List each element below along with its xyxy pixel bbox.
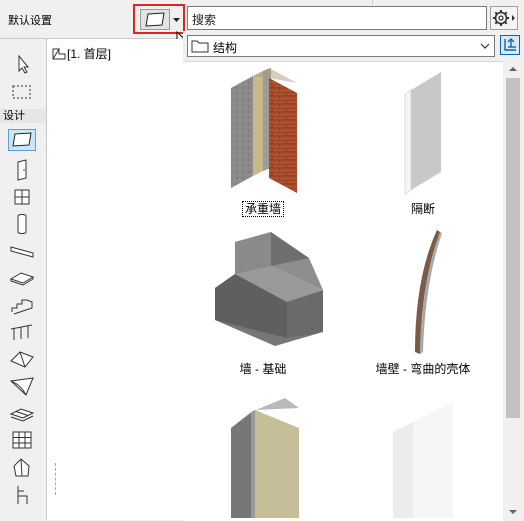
morph-tool[interactable] bbox=[8, 456, 36, 478]
scroll-down-arrow-icon[interactable] bbox=[508, 508, 518, 516]
library-item[interactable]: 墙壁 - 弯曲的壳体 bbox=[343, 212, 503, 376]
gear-icon bbox=[493, 10, 515, 26]
library-grid: 承重墙 隔断 墙 - 基础 墙壁 - 弯曲的壳体 bbox=[183, 61, 503, 521]
wall-type-button[interactable] bbox=[140, 9, 170, 30]
story-item[interactable]: [1. 首层] bbox=[51, 45, 111, 62]
beam-tool-icon bbox=[10, 246, 34, 258]
split-marker bbox=[55, 463, 57, 495]
story-label: [1. 首层] bbox=[67, 47, 112, 61]
library-item[interactable] bbox=[343, 362, 503, 518]
roof-tool-icon bbox=[10, 351, 34, 368]
search-input[interactable]: 搜索 bbox=[187, 6, 487, 30]
search-placeholder: 搜索 bbox=[192, 13, 217, 27]
column-tool-icon bbox=[17, 214, 27, 234]
object-tool[interactable] bbox=[8, 483, 36, 505]
wall-tool-icon bbox=[12, 132, 32, 147]
stair-tool[interactable] bbox=[8, 294, 36, 316]
white-wall-thumbnail bbox=[393, 402, 453, 518]
design-section-label: 设计 bbox=[0, 109, 46, 123]
shell-tool-icon bbox=[9, 377, 34, 396]
navigator-panel: [1. 首层] bbox=[47, 39, 183, 520]
wall-tool[interactable] bbox=[8, 129, 36, 151]
door-tool[interactable] bbox=[8, 159, 36, 181]
wall-type-selector[interactable] bbox=[133, 4, 185, 34]
folder-label: 结构 bbox=[213, 41, 238, 55]
chevron-down-icon bbox=[480, 43, 490, 49]
brick-wall-thumbnail bbox=[231, 68, 297, 193]
library-item[interactable] bbox=[183, 362, 343, 518]
folder-up-button[interactable] bbox=[500, 35, 520, 55]
window-tool-icon bbox=[14, 189, 30, 205]
foundation-wall-thumbnail bbox=[215, 232, 323, 346]
window-tool[interactable] bbox=[8, 186, 36, 208]
type-dropdown-arrow[interactable] bbox=[171, 9, 182, 30]
shell-tool[interactable] bbox=[8, 375, 36, 397]
railing-tool[interactable] bbox=[8, 321, 36, 343]
folder-up-icon bbox=[504, 38, 516, 51]
default-settings-label: 默认设置 bbox=[8, 15, 52, 27]
mesh-tool[interactable] bbox=[8, 402, 36, 424]
toolbox: 设计 bbox=[0, 39, 47, 520]
insulated-wall-thumbnail bbox=[231, 398, 299, 518]
railing-tool-icon bbox=[10, 324, 33, 340]
settings-button[interactable] bbox=[490, 6, 518, 30]
chevron-down-icon bbox=[173, 18, 180, 22]
marquee-tool[interactable] bbox=[8, 81, 36, 103]
story-icon bbox=[52, 46, 66, 59]
mesh-tool-icon bbox=[9, 408, 35, 422]
arrow-tool[interactable] bbox=[8, 53, 36, 75]
curtain-wall-tool[interactable] bbox=[8, 429, 36, 451]
beam-tool[interactable] bbox=[8, 240, 36, 262]
vertical-scrollbar[interactable] bbox=[503, 61, 524, 520]
morph-tool-icon bbox=[13, 458, 30, 477]
door-tool-icon bbox=[17, 159, 27, 181]
folder-icon bbox=[191, 40, 209, 53]
library-item[interactable]: 隔断 bbox=[343, 62, 503, 216]
slab-tool-icon bbox=[9, 272, 35, 286]
scroll-up-arrow-icon[interactable] bbox=[508, 65, 518, 73]
slab-tool[interactable] bbox=[8, 267, 36, 289]
library-item[interactable]: 墙 - 基础 bbox=[183, 212, 343, 376]
marquee-tool-icon bbox=[12, 85, 31, 99]
partition-thumbnail bbox=[404, 72, 441, 195]
curved-shell-wall-thumbnail bbox=[415, 230, 442, 354]
column-tool[interactable] bbox=[8, 213, 36, 235]
object-tool-icon bbox=[17, 486, 28, 504]
wall-preview-icon bbox=[145, 12, 165, 27]
folder-dropdown[interactable]: 结构 bbox=[187, 35, 495, 57]
curtain-wall-tool-icon bbox=[12, 431, 32, 449]
toolbar-separator bbox=[372, 0, 373, 5]
stair-tool-icon bbox=[11, 299, 33, 315]
scrollbar-thumb[interactable] bbox=[506, 78, 520, 418]
arrow-tool-icon bbox=[18, 54, 30, 74]
library-header: 结构 bbox=[183, 31, 524, 61]
roof-tool[interactable] bbox=[8, 348, 36, 370]
library-item[interactable]: 承重墙 bbox=[183, 62, 343, 217]
